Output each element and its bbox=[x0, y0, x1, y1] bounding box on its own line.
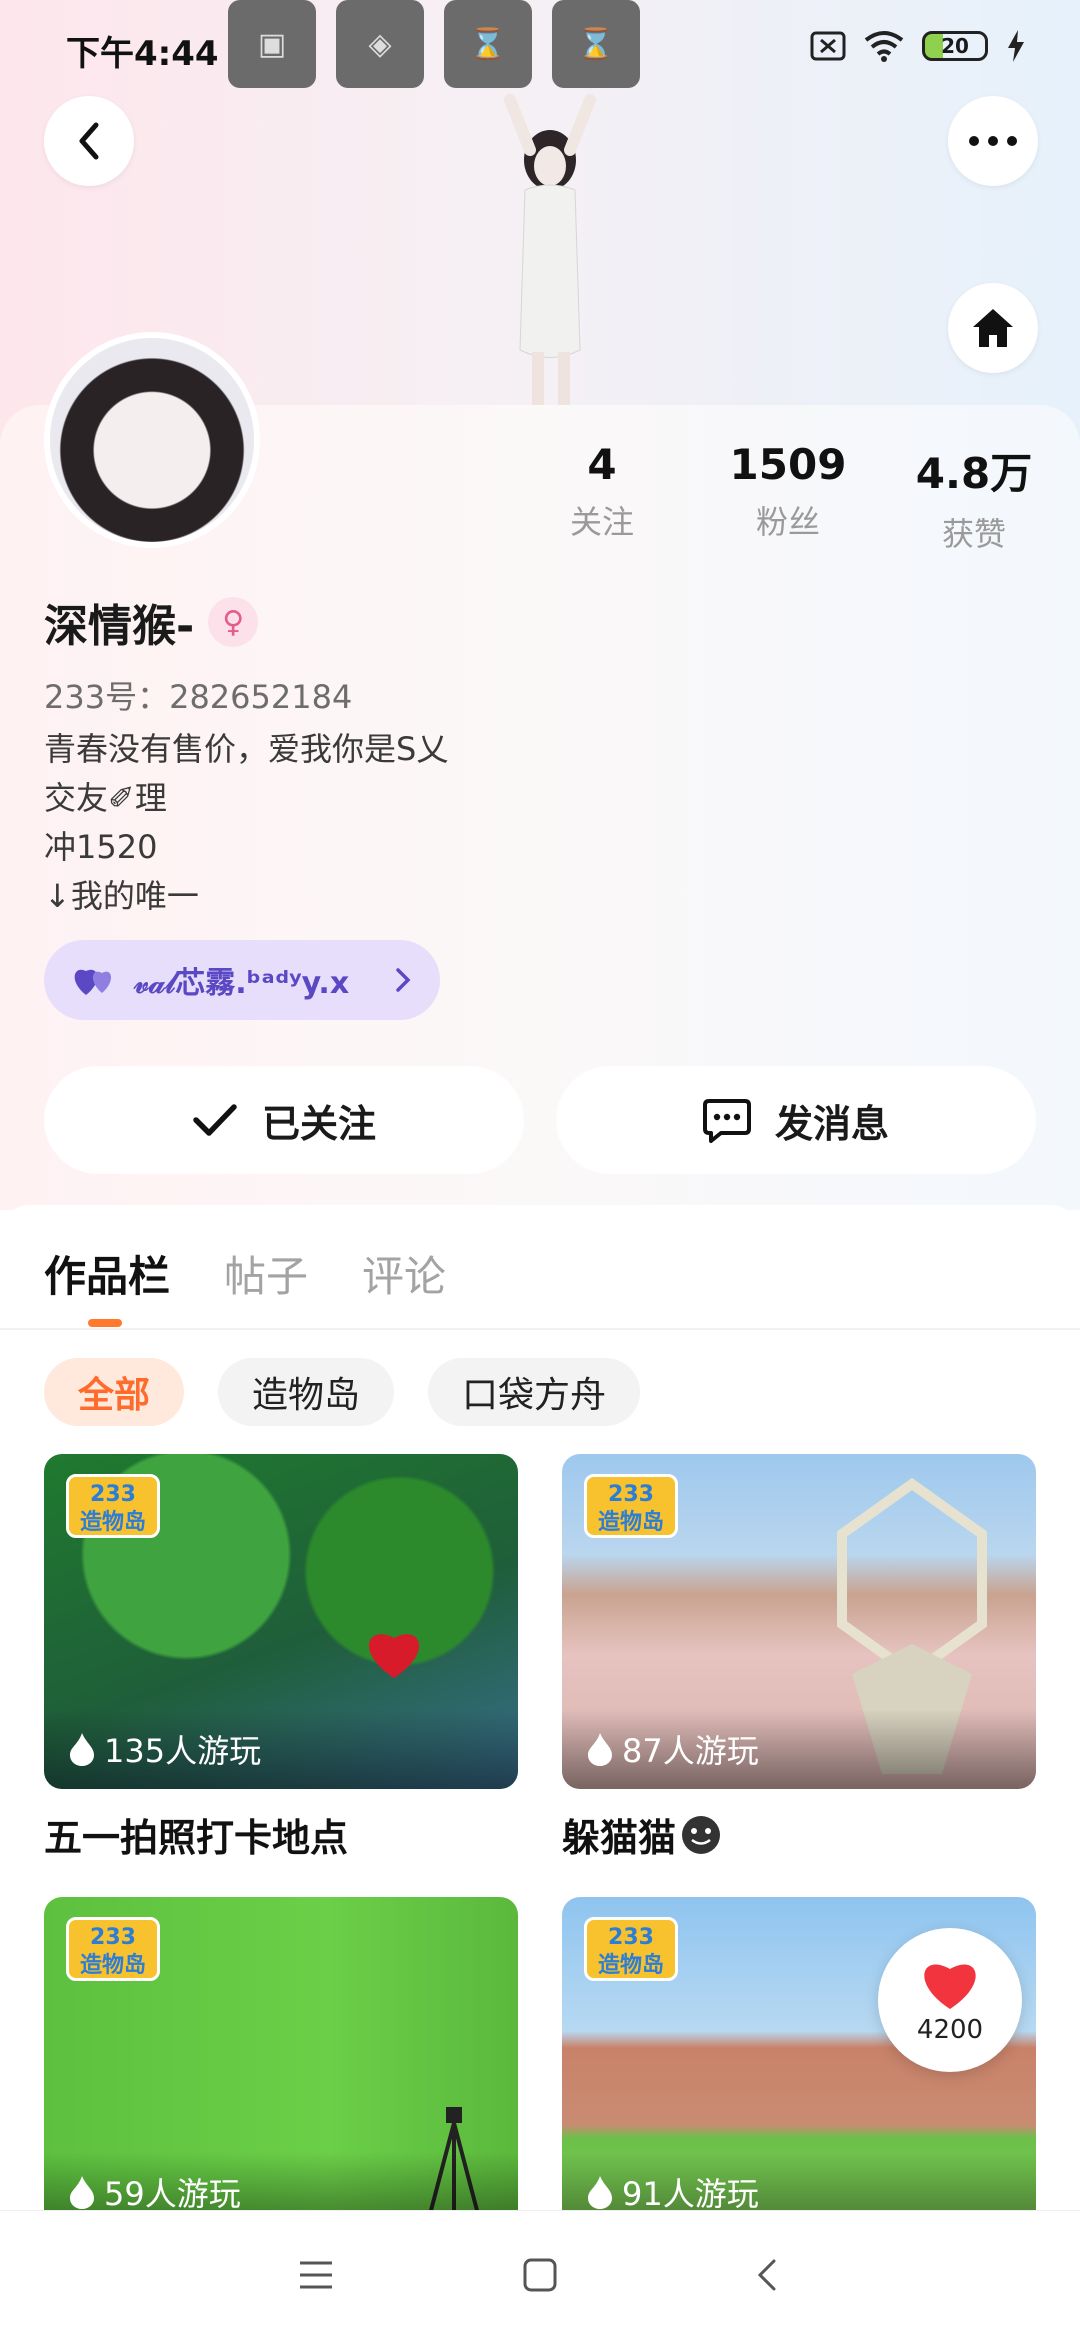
bio-line: 冲1520 bbox=[44, 828, 158, 866]
creation-island-badge: 233 造物岛 bbox=[66, 1474, 160, 1538]
floating-like-button[interactable]: 4200 bbox=[878, 1928, 1022, 2072]
message-button-label: 发消息 bbox=[774, 1101, 889, 1146]
couple-tag-chip[interactable]: 𝓋𝒶𝓁芯霧.ᵇᵃᵈʸy.x bbox=[44, 940, 440, 1020]
tab-works[interactable]: 作品栏 bbox=[44, 1243, 170, 1304]
heart-decoration-icon bbox=[368, 1634, 420, 1678]
more-dots-icon bbox=[969, 136, 1017, 146]
stat-following[interactable]: 4 关注 bbox=[512, 440, 692, 543]
stat-value: 1509 bbox=[729, 440, 847, 489]
avatar-image bbox=[50, 338, 254, 542]
no-sim-icon bbox=[810, 31, 846, 61]
flame-icon bbox=[588, 1733, 612, 1766]
work-card[interactable]: 233 造物岛 135人游玩 五一拍照打卡地点 bbox=[44, 1454, 518, 1862]
work-thumbnail: 233 造物岛 59人游玩 bbox=[44, 1897, 518, 2232]
wifi-icon bbox=[864, 31, 904, 62]
stat-value: 4 bbox=[587, 440, 617, 489]
work-title-text: 躲猫猫 bbox=[562, 1816, 677, 1860]
heart-icon bbox=[924, 1964, 976, 2009]
app-notification-icon: ◈ bbox=[336, 0, 424, 88]
bio-line: 交友✐理 bbox=[44, 779, 167, 817]
tab-comments[interactable]: 评论 bbox=[362, 1243, 446, 1304]
charging-icon bbox=[1008, 30, 1024, 62]
status-time: 下午4:44 bbox=[66, 34, 219, 74]
stat-value: 4.8万 bbox=[915, 449, 1033, 498]
stat-followers[interactable]: 1509 粉丝 bbox=[698, 440, 878, 543]
flame-icon bbox=[70, 1733, 94, 1766]
dark-smiley-emoji-icon bbox=[682, 1815, 721, 1854]
work-title: 五一拍照打卡地点 bbox=[44, 1807, 518, 1862]
more-options-button[interactable] bbox=[948, 96, 1038, 186]
play-count: 135人游玩 bbox=[44, 1709, 518, 1789]
status-bar: 下午4:44 ▣ ◈ ⌛ ⌛ 20 bbox=[0, 0, 1080, 100]
flame-icon bbox=[70, 2176, 94, 2209]
creation-island-badge: 233 造物岛 bbox=[584, 1474, 678, 1538]
female-gender-icon: ♀ bbox=[208, 597, 259, 647]
back-button[interactable] bbox=[44, 96, 134, 186]
work-card[interactable]: 233 造物岛 87人游玩 躲猫猫 bbox=[562, 1454, 1036, 1862]
user-bio: 青春没有售价，爱我你是S乂 交友✐理 冲1520 ↓我的唯一 bbox=[44, 725, 448, 921]
message-button[interactable]: 发消息 bbox=[556, 1066, 1036, 1174]
play-count-text: 59人游玩 bbox=[104, 2175, 241, 2213]
follow-button[interactable]: 已关注 bbox=[44, 1066, 524, 1174]
like-count: 4200 bbox=[916, 2015, 984, 2045]
bio-line: 青春没有售价，爱我你是S乂 bbox=[44, 730, 449, 768]
battery-icon: 20 bbox=[922, 31, 988, 61]
work-title-text: 五一拍照打卡地点 bbox=[44, 1816, 349, 1860]
play-count-text: 91人游玩 bbox=[622, 2175, 759, 2213]
username-text: 深情猴- bbox=[44, 601, 195, 652]
chevron-right-icon bbox=[396, 968, 411, 992]
flame-icon bbox=[588, 2176, 612, 2209]
cover-character-image bbox=[504, 94, 596, 408]
bio-line: ↓我的唯一 bbox=[44, 877, 199, 915]
active-tab-indicator bbox=[88, 1319, 122, 1327]
follow-button-label: 已关注 bbox=[261, 1101, 376, 1146]
chevron-left-icon bbox=[79, 122, 99, 160]
app-notification-icon: ▣ bbox=[228, 0, 316, 88]
play-count-text: 87人游玩 bbox=[622, 1732, 759, 1770]
filter-creation-island[interactable]: 造物岛 bbox=[218, 1358, 395, 1426]
work-thumbnail: 233 造物岛 87人游玩 bbox=[562, 1454, 1036, 1789]
filter-all[interactable]: 全部 bbox=[44, 1358, 185, 1426]
stat-label: 关注 bbox=[569, 503, 634, 541]
chat-bubble-icon bbox=[702, 1099, 751, 1143]
home-icon bbox=[973, 309, 1013, 347]
user-id: 233号：282652184 bbox=[44, 678, 353, 716]
creation-island-badge: 233 造物岛 bbox=[584, 1917, 678, 1981]
back-triangle-icon[interactable] bbox=[748, 2255, 788, 2295]
status-indicators: 20 bbox=[810, 30, 1026, 62]
work-title: 躲猫猫 bbox=[562, 1807, 1036, 1862]
content-tabs: 作品栏 帖子 评论 bbox=[0, 1205, 1080, 1330]
menu-icon[interactable] bbox=[296, 2255, 336, 2295]
home-square-icon[interactable] bbox=[520, 2255, 560, 2295]
stat-likes[interactable]: 4.8万 获赞 bbox=[884, 440, 1064, 555]
username: 深情猴- ♀ bbox=[44, 590, 259, 654]
work-card[interactable]: 233 造物岛 59人游玩 bbox=[44, 1897, 518, 2232]
work-thumbnail: 233 造物岛 135人游玩 bbox=[44, 1454, 518, 1789]
hourglass-icon: ⌛ bbox=[552, 0, 640, 88]
creation-island-badge: 233 造物岛 bbox=[66, 1917, 160, 1981]
checkmark-icon bbox=[193, 1104, 237, 1136]
hourglass-icon: ⌛ bbox=[444, 0, 532, 88]
play-count-text: 135人游玩 bbox=[104, 1732, 262, 1770]
tab-posts[interactable]: 帖子 bbox=[224, 1243, 308, 1304]
filter-pocket-ark[interactable]: 口袋方舟 bbox=[428, 1358, 641, 1426]
couple-tag-text: 𝓋𝒶𝓁芯霧.ᵇᵃᵈʸy.x bbox=[134, 966, 350, 1001]
home-button[interactable] bbox=[948, 283, 1038, 373]
filter-chips: 全部 造物岛 口袋方舟 bbox=[44, 1358, 641, 1426]
double-heart-icon bbox=[74, 969, 112, 995]
notification-icons: ▣ ◈ ⌛ ⌛ bbox=[228, 0, 640, 88]
stat-label: 粉丝 bbox=[755, 503, 820, 541]
play-count: 87人游玩 bbox=[562, 1709, 1036, 1789]
avatar[interactable] bbox=[44, 332, 260, 548]
stat-label: 获赞 bbox=[941, 515, 1006, 553]
system-navigation-bar bbox=[0, 2210, 1080, 2340]
